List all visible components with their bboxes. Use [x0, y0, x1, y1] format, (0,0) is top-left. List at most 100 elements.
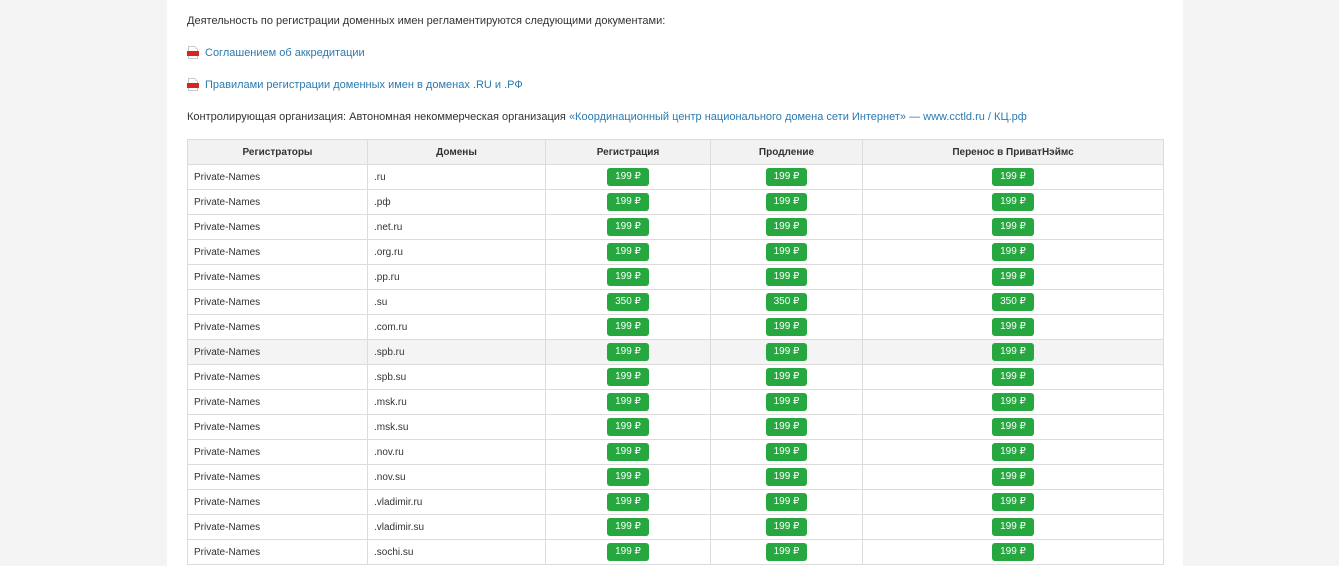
registration-price-cell: 199 ₽: [545, 214, 711, 240]
price-badge: 199 ₽: [607, 318, 649, 336]
price-table: Регистраторы Домены Регистрация Продлени…: [187, 139, 1164, 565]
document-link-registration-rules[interactable]: Правилами регистрации доменных имен в до…: [187, 78, 523, 92]
price-badge: 199 ₽: [607, 268, 649, 286]
domain-cell: .ru: [367, 164, 546, 190]
table-row: Private-Names .nov.su 199 ₽ 199 ₽ 199 ₽: [187, 464, 1164, 490]
table-row: Private-Names .spb.su 199 ₽ 199 ₽ 199 ₽: [187, 364, 1164, 390]
renewal-price-cell: 199 ₽: [710, 214, 863, 240]
price-badge: 199 ₽: [992, 518, 1034, 536]
price-badge: 199 ₽: [992, 343, 1034, 361]
document-link-label[interactable]: Соглашением об аккредитации: [205, 47, 365, 59]
registration-price-cell: 199 ₽: [545, 314, 711, 340]
header-renewal: Продление: [710, 139, 863, 165]
price-badge: 199 ₽: [765, 418, 808, 436]
table-row: Private-Names .sochi.su 199 ₽ 199 ₽ 199 ₽: [187, 539, 1164, 565]
renewal-price-cell: 199 ₽: [710, 164, 863, 190]
document-link-accreditation[interactable]: Соглашением об аккредитации: [187, 46, 365, 60]
header-registration: Регистрация: [545, 139, 711, 165]
table-row: Private-Names .vladimir.ru 199 ₽ 199 ₽ 199 ₽: [187, 489, 1164, 515]
domain-cell: .vladimir.ru: [367, 489, 546, 515]
transfer-price-cell: 199 ₽: [862, 264, 1164, 290]
price-badge: 199 ₽: [992, 493, 1034, 511]
registration-price-cell: 199 ₽: [545, 389, 711, 415]
price-badge: 199 ₽: [607, 218, 649, 236]
table-row: Private-Names .pp.ru 199 ₽ 199 ₽ 199 ₽: [187, 264, 1164, 290]
table-row: Private-Names .spb.ru 199 ₽ 199 ₽ 199 ₽: [187, 339, 1164, 365]
domain-cell: .nov.ru: [367, 439, 546, 465]
pdf-icon: [187, 78, 199, 92]
price-badge: 199 ₽: [765, 368, 808, 386]
registrar-cell: Private-Names: [187, 264, 368, 290]
registrar-cell: Private-Names: [187, 439, 368, 465]
price-badge: 199 ₽: [992, 393, 1034, 411]
renewal-price-cell: 199 ₽: [710, 264, 863, 290]
transfer-price-cell: 199 ₽: [862, 539, 1164, 565]
registrar-cell: Private-Names: [187, 239, 368, 265]
renewal-price-cell: 199 ₽: [710, 439, 863, 465]
transfer-price-cell: 199 ₽: [862, 439, 1164, 465]
renewal-price-cell: 199 ₽: [710, 514, 863, 540]
price-badge: 199 ₽: [765, 318, 808, 336]
domain-cell: .msk.ru: [367, 389, 546, 415]
price-badge: 199 ₽: [992, 193, 1034, 211]
price-badge: 199 ₽: [765, 468, 808, 486]
domain-cell: .spb.ru: [367, 339, 546, 365]
registrar-cell: Private-Names: [187, 314, 368, 340]
document-link-label[interactable]: Правилами регистрации доменных имен в до…: [205, 79, 523, 91]
renewal-price-cell: 199 ₽: [710, 339, 863, 365]
registrar-cell: Private-Names: [187, 189, 368, 215]
registration-price-cell: 199 ₽: [545, 464, 711, 490]
domain-cell: .pp.ru: [367, 264, 546, 290]
registrar-cell: Private-Names: [187, 414, 368, 440]
table-row: Private-Names .com.ru 199 ₽ 199 ₽ 199 ₽: [187, 314, 1164, 340]
domain-cell: .vladimir.su: [367, 514, 546, 540]
renewal-price-cell: 350 ₽: [710, 289, 863, 315]
domain-cell: .org.ru: [367, 239, 546, 265]
price-badge: 350 ₽: [992, 293, 1034, 311]
control-organization: Контролирующая организация: Автономная н…: [187, 111, 1027, 123]
registration-price-cell: 199 ₽: [545, 239, 711, 265]
registration-price-cell: 199 ₽: [545, 189, 711, 215]
price-badge: 199 ₽: [992, 243, 1034, 261]
transfer-price-cell: 199 ₽: [862, 364, 1164, 390]
domain-cell: .рф: [367, 189, 546, 215]
header-registrars: Регистраторы: [187, 139, 368, 165]
price-badge: 199 ₽: [607, 493, 649, 511]
table-row: Private-Names .vladimir.su 199 ₽ 199 ₽ 199 ₽: [187, 514, 1164, 540]
price-badge: 199 ₽: [992, 543, 1034, 561]
table-row: Private-Names .su 350 ₽ 350 ₽ 350 ₽: [187, 289, 1164, 315]
transfer-price-cell: 199 ₽: [862, 464, 1164, 490]
registration-price-cell: 199 ₽: [545, 414, 711, 440]
transfer-price-cell: 199 ₽: [862, 214, 1164, 240]
transfer-price-cell: 199 ₽: [862, 339, 1164, 365]
transfer-price-cell: 199 ₽: [862, 414, 1164, 440]
price-badge: 199 ₽: [765, 393, 808, 411]
registrar-cell: Private-Names: [187, 164, 368, 190]
price-table-wrapper: Регистраторы Домены Регистрация Продлени…: [187, 139, 1164, 565]
price-badge: 199 ₽: [607, 193, 649, 211]
registration-price-cell: 199 ₽: [545, 489, 711, 515]
price-badge: 199 ₽: [607, 393, 649, 411]
registrar-cell: Private-Names: [187, 539, 368, 565]
renewal-price-cell: 199 ₽: [710, 464, 863, 490]
price-badge: 199 ₽: [992, 418, 1034, 436]
domain-cell: .net.ru: [367, 214, 546, 240]
table-row: Private-Names .рф 199 ₽ 199 ₽ 199 ₽: [187, 189, 1164, 215]
price-badge: 199 ₽: [607, 468, 649, 486]
table-row: Private-Names .msk.su 199 ₽ 199 ₽ 199 ₽: [187, 414, 1164, 440]
table-row: Private-Names .nov.ru 199 ₽ 199 ₽ 199 ₽: [187, 439, 1164, 465]
price-badge: 199 ₽: [607, 518, 649, 536]
transfer-price-cell: 199 ₽: [862, 189, 1164, 215]
registration-price-cell: 199 ₽: [545, 439, 711, 465]
renewal-price-cell: 199 ₽: [710, 239, 863, 265]
transfer-price-cell: 199 ₽: [862, 489, 1164, 515]
cctld-link[interactable]: «Координационный центр национального дом…: [569, 111, 1027, 123]
price-badge: 199 ₽: [992, 318, 1034, 336]
renewal-price-cell: 199 ₽: [710, 389, 863, 415]
price-table-body: Private-Names .ru 199 ₽199 ₽199 ₽ Private-N…: [187, 164, 1164, 565]
domain-cell: .spb.su: [367, 364, 546, 390]
renewal-price-cell: 199 ₽: [710, 189, 863, 215]
table-row: Private-Names .org.ru 199 ₽ 199 ₽ 199 ₽: [187, 239, 1164, 265]
transfer-price-cell: 199 ₽: [862, 314, 1164, 340]
price-badge: 199 ₽: [765, 518, 808, 536]
